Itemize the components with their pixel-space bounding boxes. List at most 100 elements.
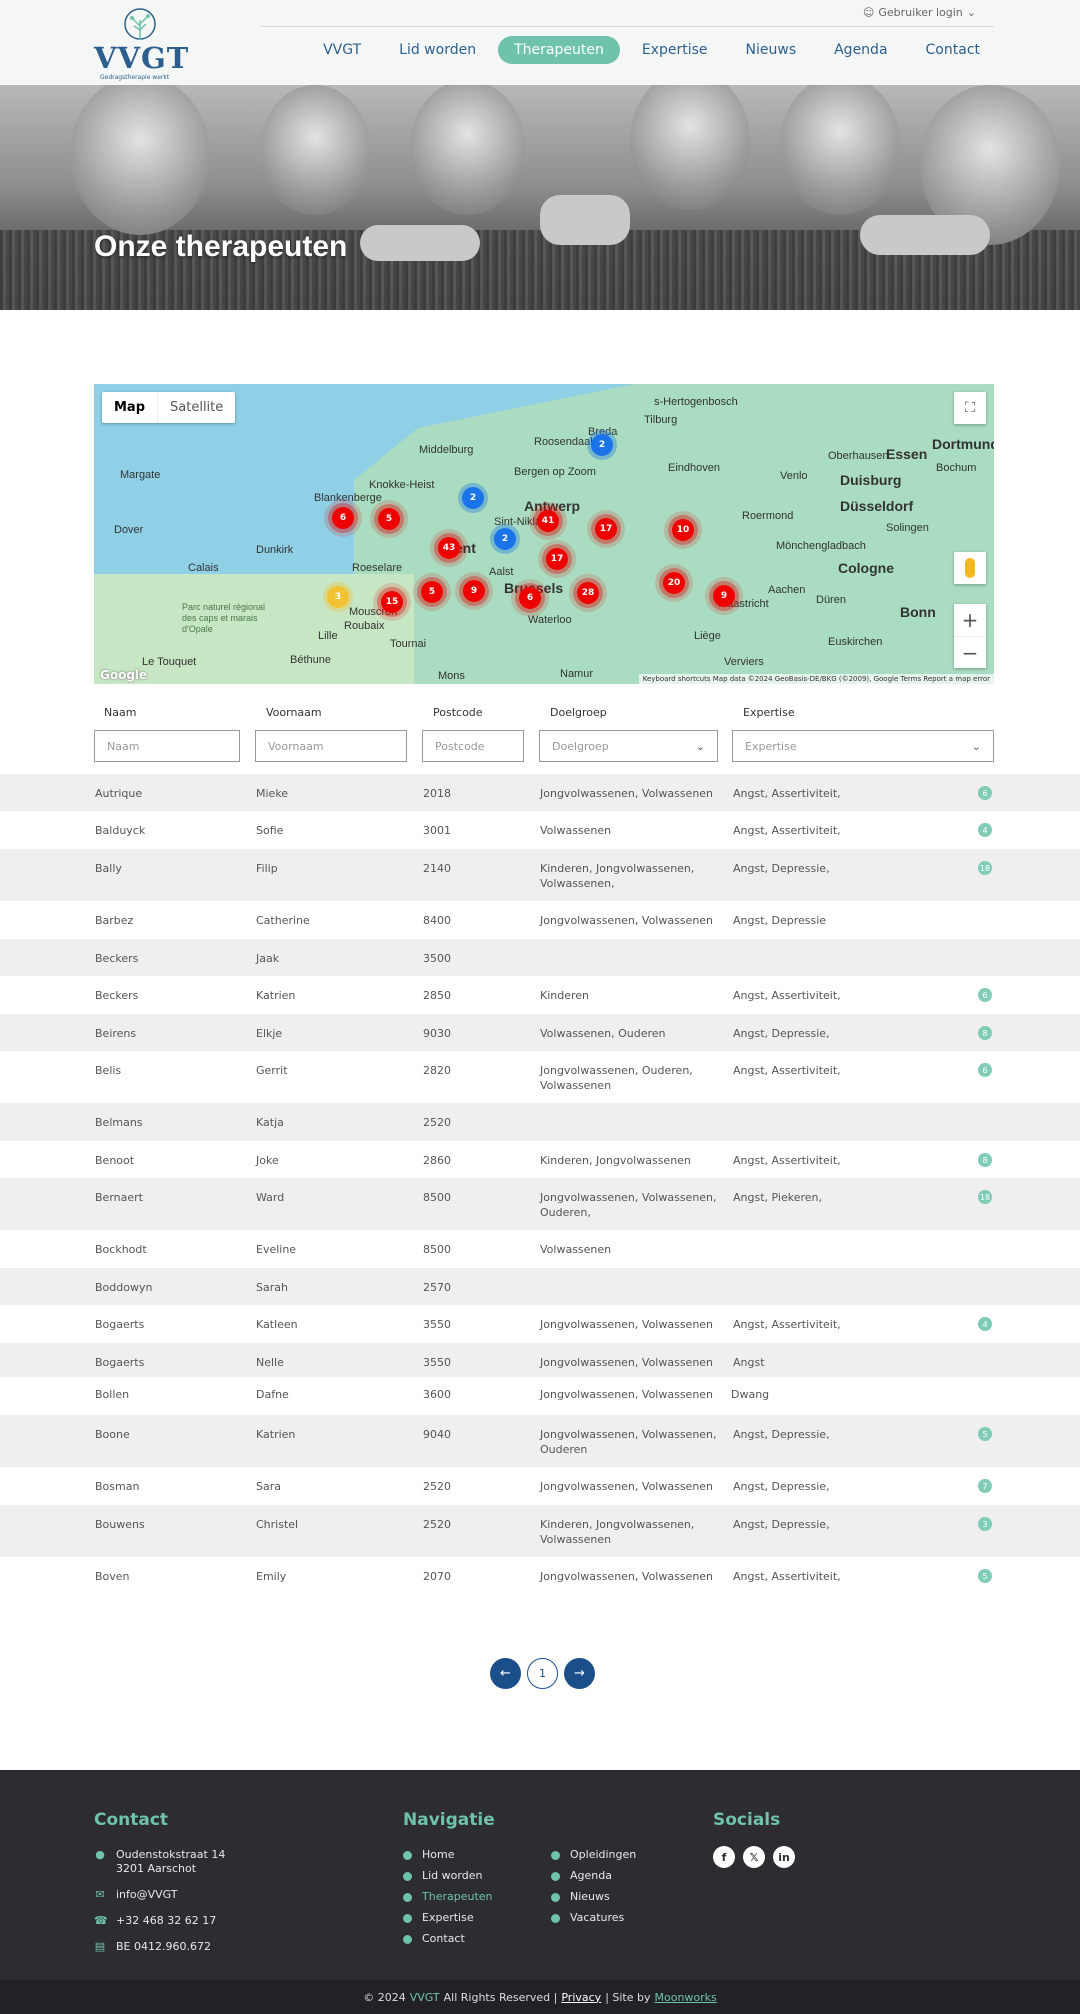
cell-expertise: Angst, Assertiviteit, (733, 1154, 841, 1167)
table-row[interactable]: Bockhodt Eveline 8500 Volwassenen (0, 1230, 1080, 1268)
footer-link[interactable]: Lid worden (403, 1869, 482, 1883)
table-row[interactable]: Boone Katrien 9040 Jongvolwassenen, Volwass… (0, 1415, 1080, 1467)
cell-naam: Barbez (95, 914, 134, 927)
map-cluster-marker[interactable]: 28 (577, 582, 599, 604)
table-row[interactable]: Bouwens Christel 2520 Kinderen, Jongvolwass… (0, 1505, 1080, 1557)
vvgt-logo[interactable]: VVGT Gedragstherapie werkt (94, 6, 188, 81)
footer-link[interactable]: Agenda (551, 1869, 612, 1883)
email-link[interactable]: info@VVGT (116, 1888, 178, 1902)
table-row[interactable]: Belmans Katja 2520 (0, 1103, 1080, 1141)
map-cluster-marker[interactable]: 6 (519, 587, 541, 609)
facebook-icon[interactable]: f (713, 1846, 735, 1868)
table-row[interactable]: Barbez Catherine 8400 Jongvolwassenen, Volw… (0, 901, 1080, 939)
cell-naam: Bollen (95, 1388, 130, 1401)
cell-doelgroep: Jongvolwassenen, Volwassenen, Ouderen (540, 1428, 717, 1456)
map-cluster-marker[interactable]: 41 (537, 510, 559, 532)
cell-doelgroep: Jongvolwassenen, Volwassenen (540, 914, 714, 927)
map-cluster-marker[interactable]: 43 (438, 537, 460, 559)
footer-link[interactable]: Nieuws (551, 1890, 610, 1904)
cell-naam: Bally (95, 862, 122, 875)
map-cluster-marker[interactable]: 17 (595, 518, 617, 540)
table-row[interactable]: Boddowyn Sarah 2570 (0, 1268, 1080, 1305)
table-row[interactable]: Bernaert Ward 8500 Jongvolwassenen, Volwass… (0, 1178, 1080, 1230)
x-twitter-icon[interactable]: 𝕏 (743, 1846, 765, 1868)
footer-link[interactable]: Therapeuten (403, 1890, 493, 1904)
table-row[interactable]: Bogaerts Nelle 3550 Jongvolwassenen, Volwas… (0, 1343, 1080, 1377)
page-number-button[interactable]: 1 (527, 1658, 558, 1689)
user-login-label: Gebruiker login (878, 6, 963, 19)
table-row[interactable]: Bollen Dafne 3600 Jongvolwassenen, Volwasse… (0, 1377, 1080, 1415)
doelgroep-select[interactable]: Doelgroep ⌄ (539, 730, 718, 762)
map-cluster-marker[interactable]: 17 (546, 548, 568, 570)
nav-item-nieuws[interactable]: Nieuws (730, 36, 813, 64)
nav-item-lid-worden[interactable]: Lid worden (383, 36, 492, 64)
site-footer: Contact ● Oudenstokstraat 14 3201 Aarscho… (0, 1770, 1080, 1980)
page: VVGT Gedragstherapie werkt ☺ Gebruiker l… (0, 0, 1080, 2014)
map-cluster-marker[interactable]: 6 (332, 507, 354, 529)
table-row[interactable]: Beirens Elkje 9030 Volwassenen, Ouderen Angs… (0, 1014, 1080, 1051)
linkedin-icon[interactable]: in (773, 1846, 795, 1868)
footer-link[interactable]: Opleidingen (551, 1848, 636, 1862)
fullscreen-icon[interactable]: ⛶ (954, 392, 986, 424)
arrow-right-icon: → (574, 1666, 585, 1681)
map-cluster-marker[interactable]: 2 (494, 528, 516, 550)
bullet-icon (551, 1851, 560, 1860)
table-row[interactable]: Bosman Sara 2520 Jongvolwassenen, Volwassen… (0, 1467, 1080, 1505)
table-row[interactable]: Beckers Katrien 2850 Kinderen Angst, Asserti… (0, 976, 1080, 1014)
map-cluster-marker[interactable]: 2 (462, 487, 484, 509)
nav-item-expertise[interactable]: Expertise (626, 36, 724, 64)
table-row[interactable]: Boven Emily 2070 Jongvolwassenen, Volwassen… (0, 1557, 1080, 1595)
cell-voornaam: Ward (256, 1191, 285, 1204)
naam-input[interactable]: Naam (94, 730, 240, 762)
privacy-link[interactable]: Privacy (561, 1991, 601, 2004)
map-cluster-marker[interactable]: 5 (421, 581, 443, 603)
nav-item-vvgt[interactable]: VVGT (307, 36, 377, 64)
therapist-map[interactable]: Margate Dover Calais Dunkirk Parc nature… (94, 384, 994, 684)
user-login-link[interactable]: ☺ Gebruiker login ⌄ (863, 6, 976, 19)
map-city-label: Oberhausen (828, 450, 889, 462)
map-cluster-marker[interactable]: 2 (591, 434, 613, 456)
map-tab-satellite[interactable]: Satellite (158, 392, 235, 423)
map-cluster-marker[interactable]: 20 (663, 572, 685, 594)
footer-link[interactable]: Home (403, 1848, 454, 1862)
map-cluster-marker[interactable]: 10 (672, 519, 694, 541)
phone-link[interactable]: +32 468 32 62 17 (116, 1914, 216, 1928)
table-row[interactable]: Bally Filip 2140 Kinderen, Jongvolwassenen,… (0, 849, 1080, 901)
cell-naam: Bouwens (95, 1518, 145, 1531)
nav-item-agenda[interactable]: Agenda (818, 36, 903, 64)
table-row[interactable]: Autrique Mieke 2018 Jongvolwassenen, Volwas… (0, 774, 1080, 811)
nav-item-therapeuten[interactable]: Therapeuten (498, 36, 620, 64)
footer-email[interactable]: ✉ info@VVGT (94, 1888, 178, 1902)
postcode-input[interactable]: Postcode (422, 730, 524, 762)
map-cluster-marker[interactable]: 9 (713, 585, 735, 607)
expertise-count-badge: 8 (978, 1153, 992, 1167)
table-row[interactable]: Belis Gerrit 2820 Jongvolwassenen, Ouderen,… (0, 1051, 1080, 1103)
footer-link[interactable]: Expertise (403, 1911, 474, 1925)
nav-item-contact[interactable]: Contact (910, 36, 996, 64)
voornaam-input[interactable]: Voornaam (255, 730, 407, 762)
map-tab-map[interactable]: Map (102, 392, 159, 423)
map-cluster-marker[interactable]: 15 (381, 591, 403, 613)
expertise-select[interactable]: Expertise ⌄ (732, 730, 994, 762)
map-cluster-marker[interactable]: 3 (327, 586, 349, 608)
map-cluster-marker[interactable]: 9 (463, 580, 485, 602)
cell-voornaam: Filip (256, 862, 278, 875)
pegman-icon[interactable] (954, 552, 986, 584)
document-icon: ▤ (94, 1940, 106, 1953)
footer-phone[interactable]: ☎ +32 468 32 62 17 (94, 1914, 216, 1928)
footer-link-label: Agenda (570, 1869, 612, 1882)
map-city-label: Roermond (742, 510, 794, 522)
prev-page-button[interactable]: ← (490, 1658, 521, 1689)
zoom-out-button[interactable]: − (954, 636, 986, 668)
footer-link[interactable]: Vacatures (551, 1911, 624, 1925)
table-row[interactable]: Balduyck Sofie 3001 Volwassenen Angst, Asser… (0, 811, 1080, 849)
zoom-in-button[interactable]: + (954, 604, 986, 636)
map-attribution[interactable]: Keyboard shortcuts Map data ©2024 GeoBas… (638, 674, 994, 684)
next-page-button[interactable]: → (564, 1658, 595, 1689)
map-cluster-marker[interactable]: 5 (378, 508, 400, 530)
table-row[interactable]: Benoot Joke 2860 Kinderen, Jongvolwassenen A… (0, 1141, 1080, 1178)
table-row[interactable]: Beckers Jaak 3500 (0, 939, 1080, 976)
table-row[interactable]: Bogaerts Katleen 3550 Jongvolwassenen, Volw… (0, 1305, 1080, 1343)
agency-link[interactable]: Moonworks (655, 1991, 717, 2004)
footer-link[interactable]: Contact (403, 1932, 465, 1946)
